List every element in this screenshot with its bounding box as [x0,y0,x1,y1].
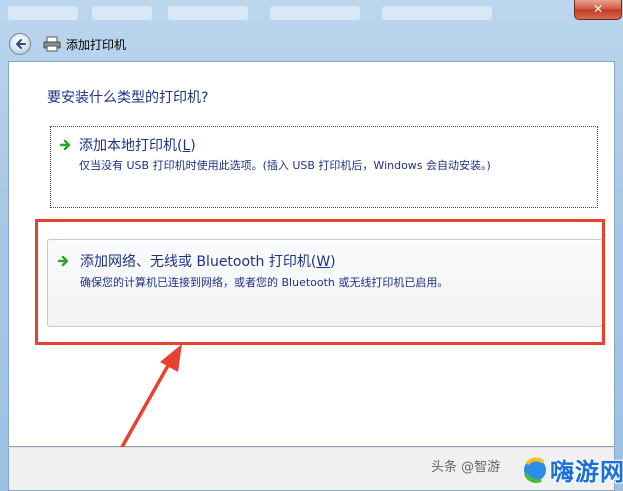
red-highlight-box [35,219,605,345]
blurred-tab [168,6,248,20]
printer-icon [43,36,61,52]
close-icon: ✕ [592,2,604,16]
blurred-tab [270,6,360,20]
option-title-end: ) [190,138,196,154]
site-logo-text: 嗨游网 [550,458,623,486]
window-title: 添加打印机 [66,38,127,52]
page-heading: 要安装什么类型的打印机? [47,90,209,106]
option-description: 仅当没有 USB 打印机时使用此选项。(插入 USB 打印机后，Windows … [79,159,491,172]
option-title: 添加本地打印机(L) [79,135,196,155]
close-button[interactable]: ✕ [574,0,622,20]
back-arrow-icon [16,39,26,49]
blurred-tab [92,6,152,20]
green-arrow-icon [60,139,71,151]
red-pointer-arrow-icon [116,344,182,456]
option-title-text: 添加本地打印机( [79,138,183,154]
blurred-tab [8,6,78,20]
back-button[interactable] [9,33,31,55]
add-local-printer-option[interactable]: 添加本地打印机(L) 仅当没有 USB 打印机时使用此选项。(插入 USB 打印… [50,126,598,208]
blurred-tab [382,6,492,20]
watermark-text: 头条 @智游 [431,460,501,475]
